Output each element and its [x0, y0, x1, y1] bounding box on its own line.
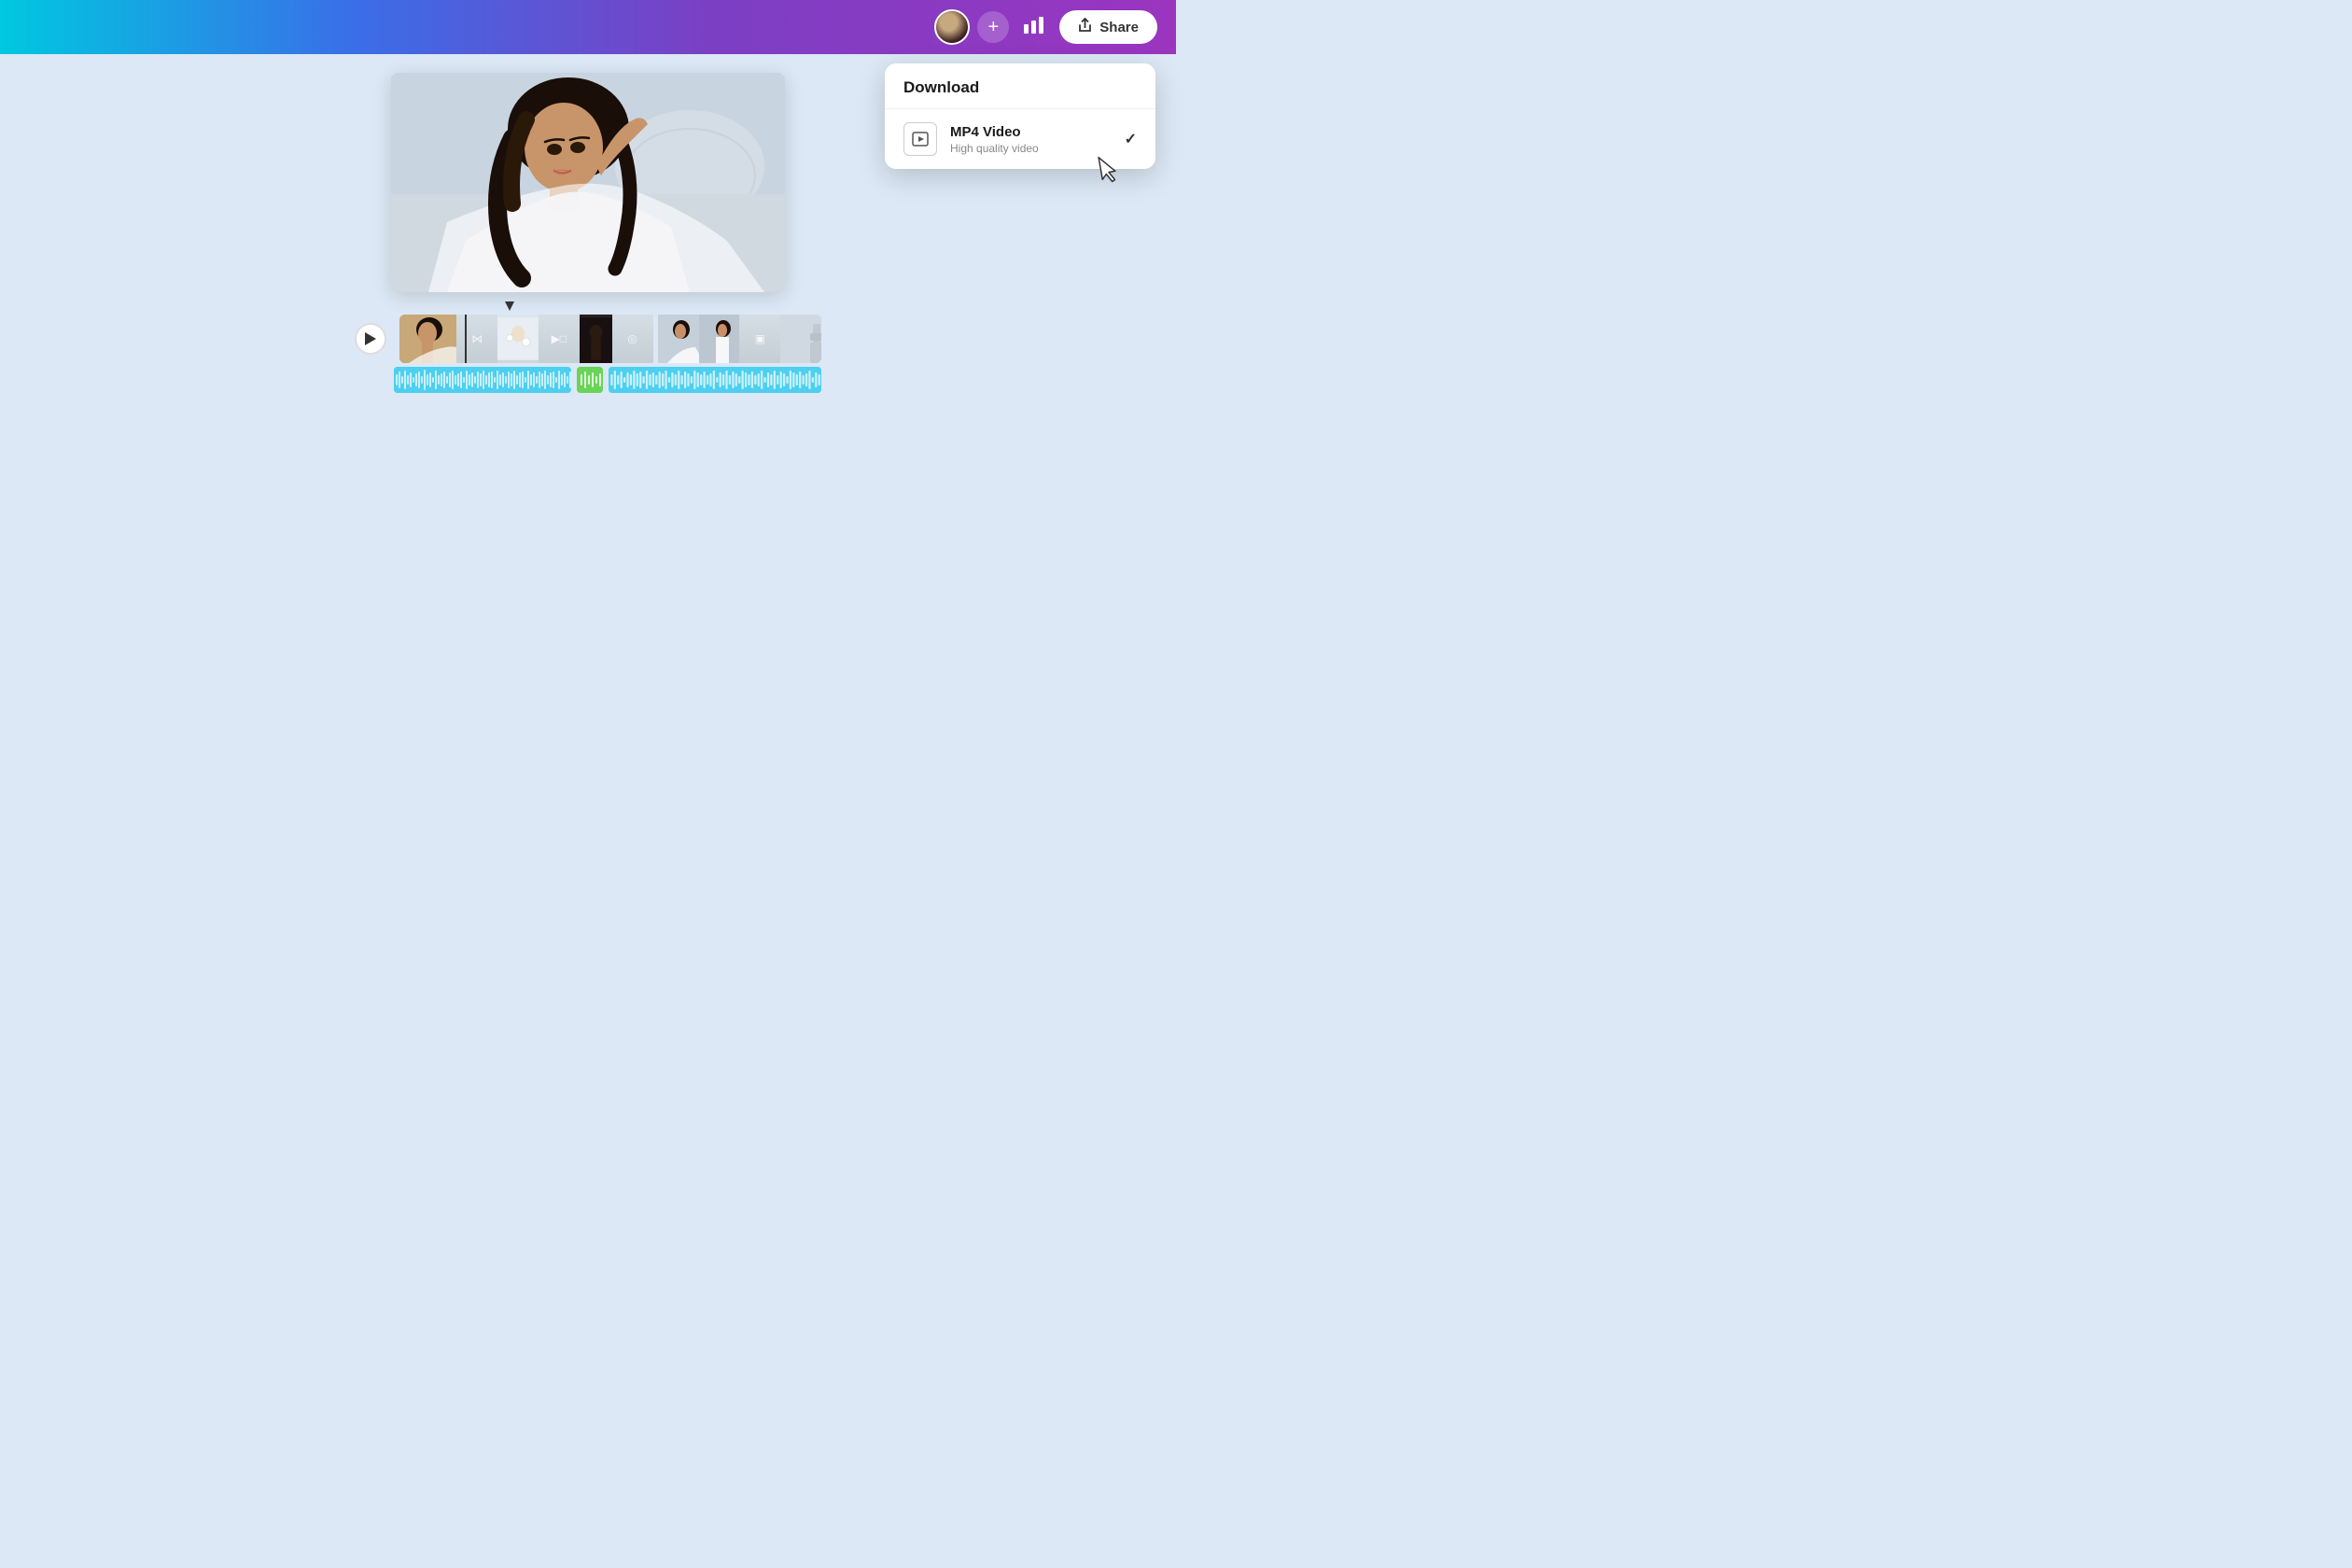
thumbnails-strip: ⋈ ▶□	[399, 315, 821, 363]
selected-check-icon: ✓	[1125, 130, 1137, 148]
stats-button[interactable]	[1016, 9, 1052, 45]
stats-icon	[1024, 17, 1044, 38]
share-icon	[1078, 18, 1092, 36]
play-icon	[365, 332, 376, 345]
video-frame	[391, 73, 785, 292]
format-name: MP4 Video	[950, 124, 1112, 140]
video-image	[391, 73, 785, 292]
waveform-cyan	[609, 367, 821, 393]
share-label: Share	[1099, 20, 1139, 35]
thumb-trans-3: ◎	[612, 315, 653, 363]
format-description: High quality video	[950, 142, 1112, 155]
header-bar: + Share	[0, 0, 1176, 54]
audio-track-cyan	[609, 367, 821, 393]
avatar-image	[936, 11, 968, 43]
transition-3-icon: ◎	[627, 332, 637, 345]
play-button[interactable]	[355, 323, 386, 355]
thumb-seg-6	[780, 315, 821, 363]
transition-4-icon: ▣	[755, 332, 765, 345]
scrubber-handle[interactable]	[505, 301, 514, 311]
share-button[interactable]: Share	[1059, 10, 1157, 44]
thumb-seg-4	[658, 315, 699, 363]
format-info: MP4 Video High quality video	[950, 124, 1112, 155]
thumb-seg-2	[497, 315, 539, 363]
avatar[interactable]	[934, 9, 970, 45]
thumb-trans-2: ▶□	[539, 315, 580, 363]
thumb-trans-1: ⋈	[456, 315, 497, 363]
add-button[interactable]: +	[977, 11, 1009, 43]
cut-line	[465, 315, 467, 363]
timeline-container: ⋈ ▶□	[355, 315, 821, 363]
audio-track-green	[577, 367, 603, 393]
transition-2-icon: ▶□	[552, 332, 567, 345]
waveform-green	[577, 367, 603, 393]
audio-tracks	[394, 367, 821, 393]
audio-track-main	[394, 367, 571, 393]
thumb-trans-4: ▣	[739, 315, 780, 363]
waveform-main	[394, 367, 571, 393]
video-format-icon	[912, 132, 929, 147]
dropdown-title: Download	[885, 63, 1155, 109]
transition-1-icon: ⋈	[471, 332, 483, 345]
thumb-seg-5	[699, 315, 740, 363]
timeline-section: ⋈ ▶□	[355, 301, 821, 393]
thumb-seg-3	[580, 315, 612, 363]
scrubber-line	[355, 301, 821, 311]
format-icon	[903, 122, 937, 156]
video-preview	[391, 73, 785, 292]
thumb-seg-1	[399, 315, 456, 363]
